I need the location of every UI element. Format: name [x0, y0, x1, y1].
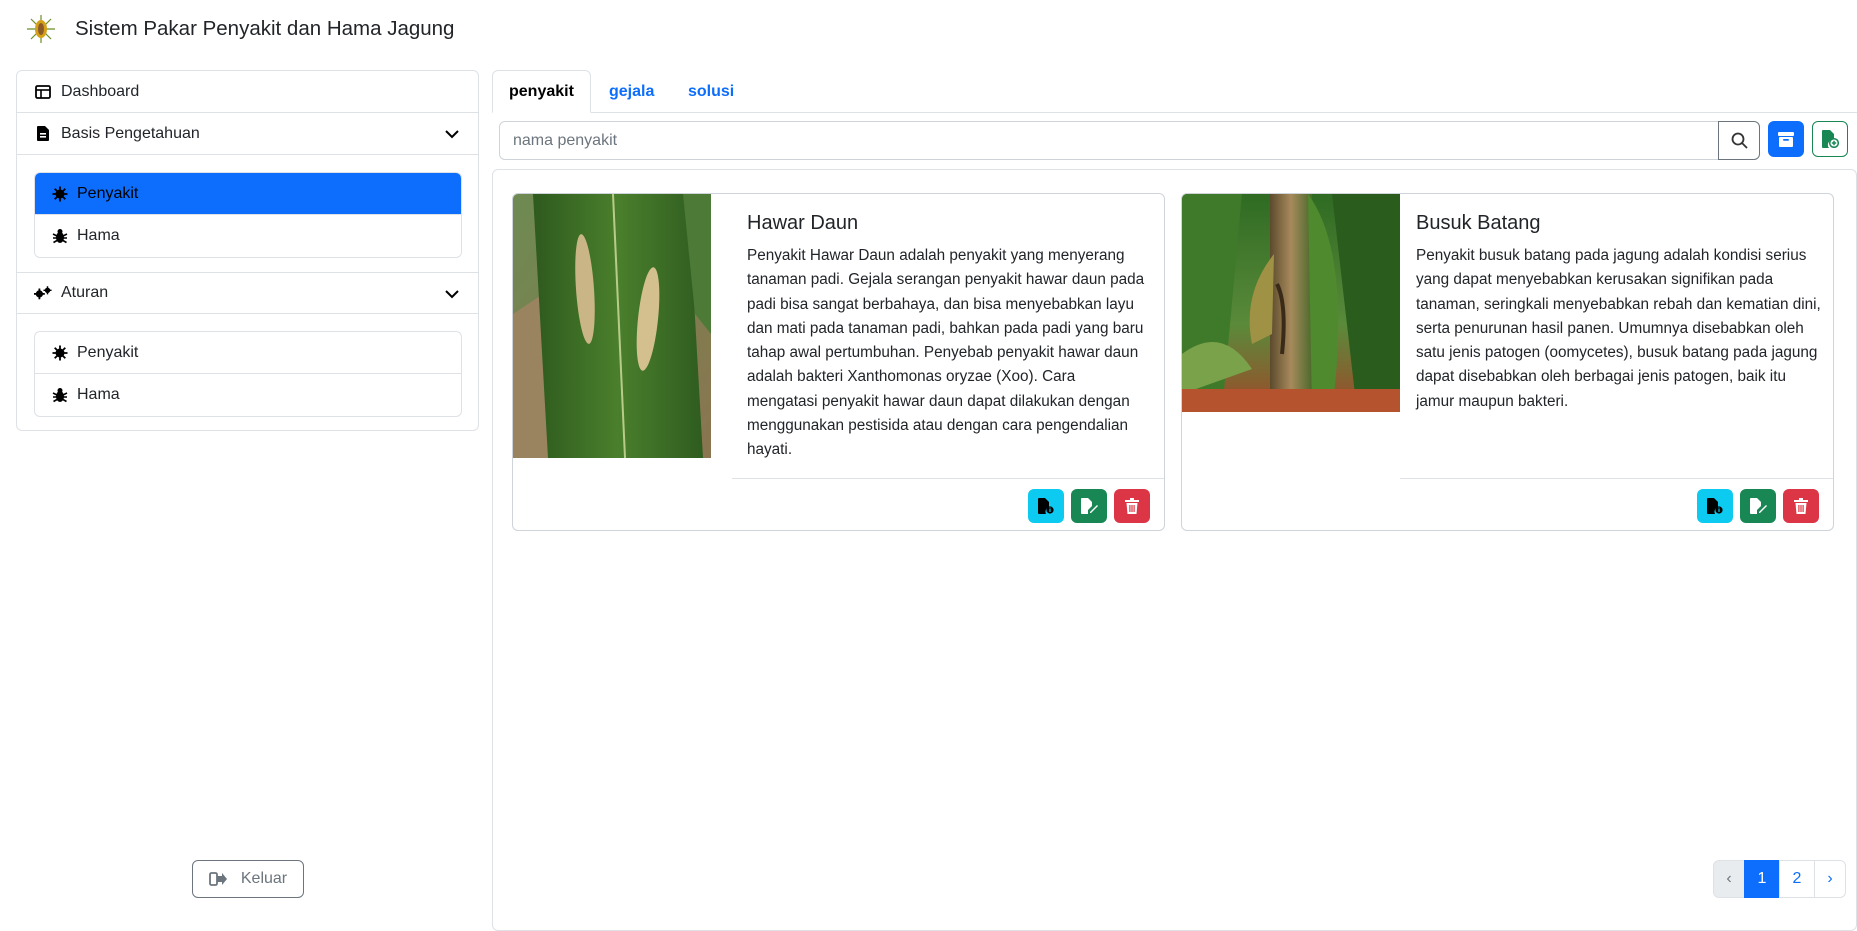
card-image — [1182, 194, 1400, 412]
sidebar-section-label: Basis Pengetahuan — [61, 124, 200, 142]
sidebar-section-aturan[interactable]: Aturan — [17, 272, 478, 314]
delete-button[interactable] — [1114, 489, 1150, 523]
sidebar-item-label: Penyakit — [77, 184, 139, 202]
tab-bar: penyakit gejala solusi — [492, 70, 1857, 113]
basis-submenu: Penyakit Hama — [34, 172, 462, 258]
card-title: Busuk Batang — [1416, 212, 1541, 234]
sidebar-item-label: Penyakit — [77, 343, 139, 361]
trash-icon — [1794, 498, 1808, 514]
chevron-down-icon[interactable] — [443, 125, 461, 143]
file-info-icon — [1038, 498, 1054, 514]
sidebar-section-label: Aturan — [61, 284, 109, 301]
pagination-page-2[interactable]: 2 — [1779, 860, 1815, 898]
sidebar-item-dashboard[interactable]: Dashboard — [17, 71, 478, 113]
edit-button[interactable] — [1071, 489, 1107, 523]
trash-icon — [1125, 498, 1139, 514]
archive-button[interactable] — [1768, 121, 1804, 157]
sidebar-item-label: Hama — [77, 227, 120, 244]
card-image — [513, 194, 711, 458]
edit-button[interactable] — [1740, 489, 1776, 523]
card-description: Penyakit Hawar Daun adalah penyakit yang… — [747, 247, 1145, 459]
gears-icon — [34, 284, 52, 302]
pagination: ‹ 1 2 › — [1713, 860, 1846, 898]
delete-button[interactable] — [1783, 489, 1819, 523]
app-title: Sistem Pakar Penyakit dan Hama Jagung — [75, 17, 455, 40]
sidebar-item-hama[interactable]: Hama — [35, 215, 461, 257]
bug-icon — [51, 227, 69, 245]
aturan-submenu: Penyakit Hama — [34, 331, 462, 417]
corn-logo-icon — [27, 15, 55, 43]
chevron-down-icon[interactable] — [443, 285, 461, 303]
layout-icon — [34, 83, 52, 101]
pagination-page-1[interactable]: 1 — [1744, 860, 1780, 898]
file-info-icon — [1707, 498, 1723, 514]
sidebar-item-aturan-hama[interactable]: Hama — [35, 374, 461, 416]
detail-button[interactable] — [1028, 489, 1064, 523]
file-medical-icon — [34, 125, 52, 143]
tab-gejala[interactable]: gejala — [609, 70, 654, 113]
penyakit-card: Hawar Daun Penyakit Hawar Daun adalah pe… — [512, 193, 1165, 531]
top-bar: Sistem Pakar Penyakit dan Hama Jagung — [0, 0, 1857, 58]
sign-out-icon — [208, 872, 227, 886]
virus-icon — [51, 185, 69, 203]
bug-icon — [51, 386, 69, 404]
logout-button[interactable]: Keluar — [192, 860, 304, 898]
search-input[interactable]: nama penyakit — [499, 121, 1719, 160]
sidebar-item-aturan-penyakit[interactable]: Penyakit — [35, 332, 461, 374]
penyakit-card: Busuk Batang Penyakit busuk batang pada … — [1181, 193, 1834, 531]
card-description: Penyakit busuk batang pada jagung adalah… — [1416, 247, 1821, 410]
detail-button[interactable] — [1697, 489, 1733, 523]
sidebar-item-label: Dashboard — [61, 82, 140, 100]
archive-icon — [1778, 131, 1794, 147]
logout-label: Keluar — [240, 870, 288, 887]
tab-penyakit[interactable]: penyakit — [492, 70, 591, 113]
sidebar-section-basis-pengetahuan[interactable]: Basis Pengetahuan — [17, 113, 478, 155]
pagination-prev[interactable]: ‹ — [1713, 860, 1745, 898]
file-edit-icon — [1080, 498, 1098, 514]
add-penyakit-button[interactable] — [1812, 121, 1848, 157]
search-button[interactable] — [1718, 121, 1760, 160]
file-edit-icon — [1749, 498, 1767, 514]
sidebar: Dashboard Basis Pengetahuan Penyakit Ham… — [16, 70, 479, 431]
sidebar-item-penyakit[interactable]: Penyakit — [35, 173, 461, 215]
search-icon — [1731, 132, 1748, 149]
file-plus-icon — [1822, 130, 1839, 148]
virus-icon — [51, 344, 69, 362]
tab-solusi[interactable]: solusi — [688, 70, 734, 113]
card-title: Hawar Daun — [747, 212, 859, 234]
sidebar-item-label: Hama — [77, 386, 120, 403]
pagination-next[interactable]: › — [1814, 860, 1846, 898]
